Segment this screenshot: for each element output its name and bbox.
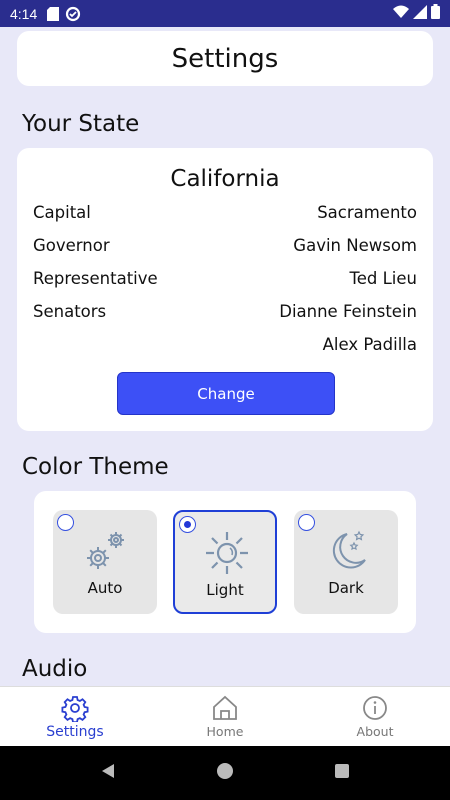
your-state-heading: Your State (22, 111, 140, 137)
color-theme-card: Auto Light Dark (34, 491, 416, 633)
radio-button-selected[interactable] (179, 516, 196, 533)
page-title: Settings (171, 43, 279, 74)
status-bar: 4:14 (0, 0, 450, 27)
gear-icon (61, 696, 89, 722)
bottom-navigation: Settings Home About (0, 686, 450, 746)
gears-icon (87, 532, 124, 569)
nav-label: Home (206, 724, 244, 739)
sun-icon (206, 532, 248, 574)
audio-heading: Audio (22, 656, 88, 682)
sd-card-icon (47, 6, 60, 21)
wifi-icon (393, 4, 409, 23)
system-navigation-bar (0, 746, 450, 800)
theme-option-auto[interactable]: Auto (53, 510, 157, 614)
nav-item-home[interactable]: Home (150, 687, 300, 746)
color-theme-heading: Color Theme (22, 454, 169, 480)
state-name: California (170, 166, 280, 192)
state-info-card: California Capital Sacramento Governor G… (17, 148, 433, 431)
moon-stars-icon (332, 530, 366, 569)
info-label: Representative (33, 269, 158, 288)
signal-icon (413, 4, 427, 23)
info-label: Governor (33, 236, 110, 255)
info-label: Senators (33, 302, 107, 321)
info-value: Dianne Feinstein (279, 302, 417, 321)
info-icon (363, 696, 387, 720)
radio-button[interactable] (57, 514, 74, 531)
info-value: Ted Lieu (349, 269, 417, 288)
data-saver-icon (65, 6, 81, 22)
info-label: Capital (33, 203, 91, 222)
recents-icon[interactable] (334, 763, 350, 783)
header-card: Settings (17, 31, 433, 86)
nav-item-about[interactable]: About (300, 687, 450, 746)
change-state-button[interactable]: Change (117, 372, 335, 415)
info-value: Gavin Newsom (293, 236, 417, 255)
nav-label: Settings (46, 724, 104, 740)
nav-item-settings[interactable]: Settings (0, 687, 150, 746)
battery-icon (431, 4, 440, 23)
home-icon (213, 695, 237, 720)
theme-label: Light (206, 581, 244, 599)
theme-option-light[interactable]: Light (173, 510, 277, 614)
radio-button[interactable] (298, 514, 315, 531)
theme-label: Dark (328, 579, 364, 597)
info-value: Sacramento (317, 203, 417, 222)
settings-scroll-area[interactable]: Settings Your State California Capital S… (0, 27, 450, 686)
home-circle-icon[interactable] (216, 762, 234, 784)
back-icon[interactable] (100, 763, 116, 783)
status-time: 4:14 (10, 5, 38, 22)
nav-label: About (356, 724, 394, 739)
theme-option-dark[interactable]: Dark (294, 510, 398, 614)
theme-label: Auto (87, 579, 123, 597)
info-value: Alex Padilla (322, 335, 417, 354)
